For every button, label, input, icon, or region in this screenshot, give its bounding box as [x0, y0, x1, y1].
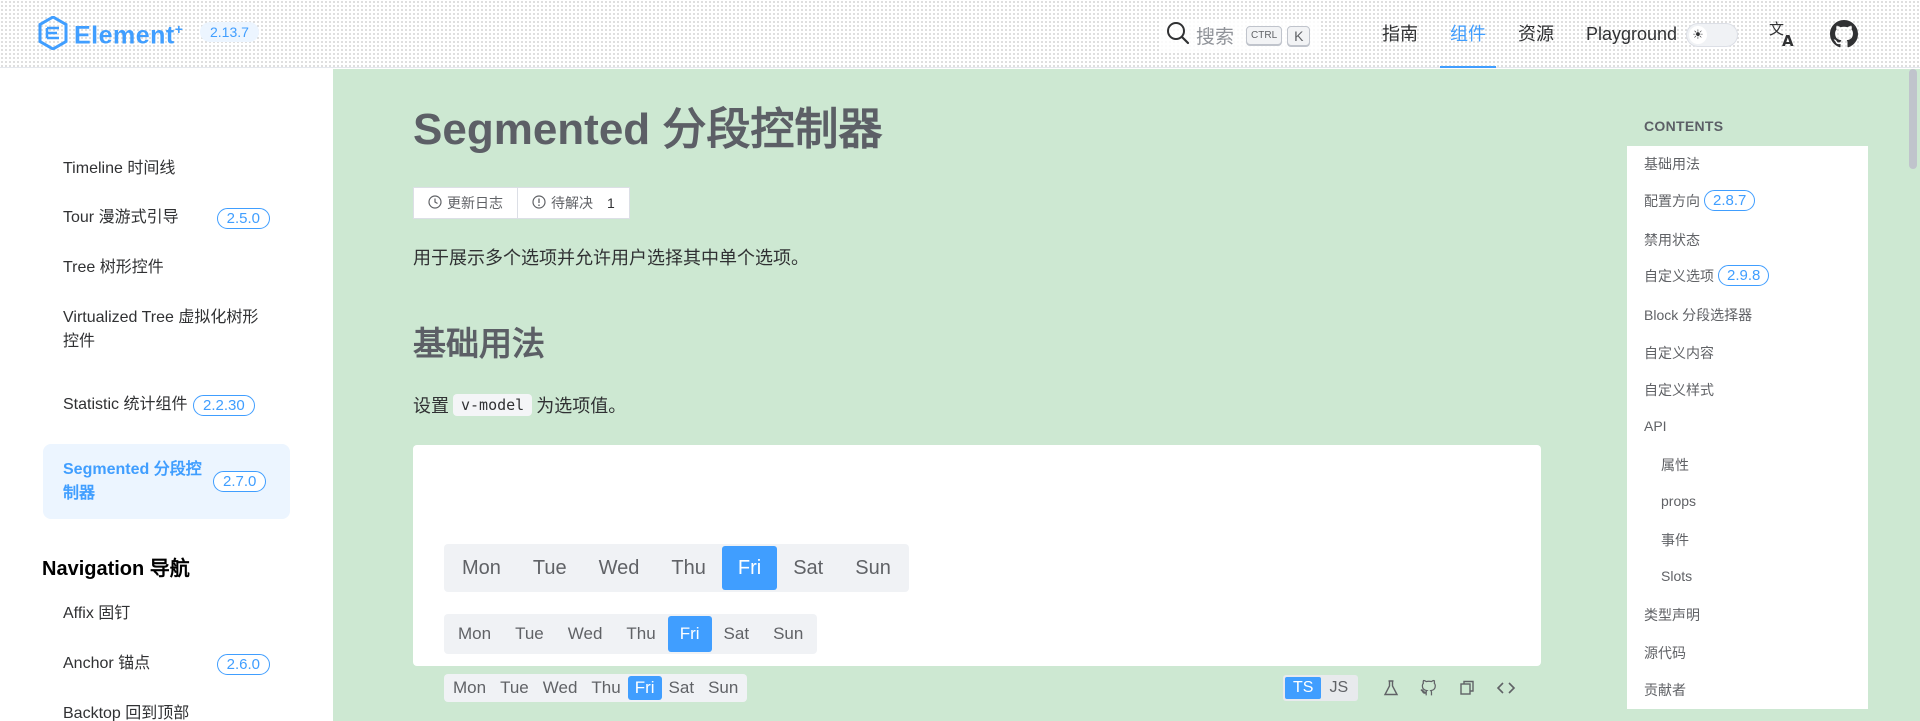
page-scrollbar[interactable]: [1909, 69, 1917, 169]
toc-item[interactable]: 配置方向 2.8.7: [1644, 190, 1756, 211]
table-of-contents: 基础用法 配置方向 2.8.7 禁用状态 自定义选项 2.9.8 Block 分段选…: [1627, 146, 1868, 709]
segment-option[interactable]: Mon: [446, 616, 503, 652]
toc-item[interactable]: 属性: [1661, 455, 1689, 475]
segmented-default: Mon Tue Wed Thu Fri Sat Sun: [444, 614, 818, 654]
segmented-large: Mon Tue Wed Thu Fri Sat Sun: [444, 544, 909, 592]
segment-option[interactable]: Thu: [584, 676, 627, 700]
toc-item[interactable]: 自定义选项 2.9.8: [1644, 265, 1770, 286]
sidebar-item-segmented[interactable]: Segmented 分段控制器 2.7.0: [43, 444, 290, 519]
info-icon: [532, 194, 551, 212]
sidebar-group-navigation: Navigation 导航: [42, 558, 190, 580]
sidebar-item-statistic[interactable]: Statistic 统计组件 2.2.30: [43, 381, 290, 429]
version-tag: 2.6.0: [216, 653, 270, 675]
segment-option[interactable]: Sun: [701, 676, 745, 700]
nav-resource[interactable]: 资源: [1502, 0, 1570, 68]
sidebar-item-backtop[interactable]: Backtop 回到顶部: [43, 698, 290, 721]
search-icon: [1166, 21, 1190, 50]
sidebar-item-timeline[interactable]: Timeline 时间线: [43, 153, 290, 185]
segment-option[interactable]: Sun: [839, 546, 907, 590]
segment-option[interactable]: Thu: [655, 546, 721, 590]
toc-item[interactable]: Slots: [1661, 568, 1692, 584]
kbd-k: K: [1287, 25, 1311, 46]
segmented-small: Mon Tue Wed Thu Fri Sat Sun: [444, 674, 748, 702]
segment-option[interactable]: Mon: [446, 546, 517, 590]
segment-option[interactable]: Tue: [503, 616, 556, 652]
pending-issues-button[interactable]: 待解决 1: [517, 188, 629, 218]
theme-toggle[interactable]: ☀: [1686, 23, 1738, 47]
sidebar-item-affix[interactable]: Affix 固钉: [43, 598, 290, 630]
top-header: Element+ 2.13.7 搜索 CTRL K 指南 组件 资源 Playg…: [0, 0, 1920, 68]
demo-toolbar: TS JS: [1283, 675, 1526, 701]
nav-guide[interactable]: 指南: [1366, 0, 1434, 68]
logo[interactable]: Element+: [38, 15, 184, 55]
lang-switch: TS JS: [1283, 675, 1359, 701]
search-label: 搜索: [1196, 27, 1235, 48]
toc-item[interactable]: 源代码: [1644, 643, 1686, 663]
translate-icon[interactable]: 文A: [1768, 18, 1798, 53]
segment-option[interactable]: Wed: [583, 546, 656, 590]
github-icon[interactable]: [1830, 20, 1858, 53]
version-tag: 2.9.8: [1718, 265, 1770, 286]
toc-item[interactable]: 自定义样式: [1644, 380, 1714, 400]
toc-item[interactable]: API: [1644, 418, 1667, 434]
version-tag: 2.5.0: [216, 207, 270, 229]
toc-item[interactable]: 禁用状态: [1644, 230, 1700, 250]
segment-option-selected[interactable]: Fri: [721, 546, 778, 590]
segment-option[interactable]: Thu: [614, 616, 667, 652]
section-title: 基础用法: [413, 325, 545, 362]
toc-item[interactable]: props: [1661, 493, 1696, 509]
version-badge[interactable]: 2.13.7: [200, 22, 259, 42]
inline-code: v-model: [453, 394, 533, 416]
search-button[interactable]: 搜索 CTRL K: [1160, 19, 1322, 52]
segment-option[interactable]: Sat: [712, 616, 762, 652]
segment-option[interactable]: Sat: [662, 676, 702, 700]
logo-text: Element+: [74, 20, 184, 50]
nav-playground[interactable]: Playground: [1570, 0, 1693, 68]
svg-text:A: A: [1782, 32, 1794, 48]
version-tag: 2.2.30: [193, 394, 255, 416]
meta-row: 更新日志 待解决 1: [413, 187, 630, 219]
demo-card: Mon Tue Wed Thu Fri Sat Sun Mon Tue Wed …: [413, 445, 1541, 702]
section-description: 设置 v-model 为选项值。: [413, 394, 627, 416]
main-nav: 指南 组件 资源 Playground: [1366, 0, 1693, 68]
lang-ts-button[interactable]: TS: [1285, 677, 1322, 699]
flask-icon[interactable]: [1382, 679, 1400, 697]
changelog-button[interactable]: 更新日志: [414, 188, 517, 218]
toc-item[interactable]: 贡献者: [1644, 680, 1686, 700]
segment-option[interactable]: Sun: [761, 616, 815, 652]
segment-option-selected[interactable]: Fri: [667, 616, 712, 652]
toc-item[interactable]: 自定义内容: [1644, 343, 1714, 363]
element-logo-icon: [38, 15, 68, 55]
version-tag: 2.8.7: [1704, 190, 1756, 211]
nav-component[interactable]: 组件: [1434, 0, 1502, 68]
sidebar: Timeline 时间线 Tour 漫游式引导 2.5.0 Tree 树形控件 …: [0, 69, 333, 721]
github-icon[interactable]: [1420, 679, 1438, 697]
page-title: Segmented 分段控制器: [413, 105, 883, 154]
toc-heading: CONTENTS: [1644, 118, 1724, 134]
sidebar-item-virtualized-tree[interactable]: Virtualized Tree 虚拟化树形控件: [43, 306, 290, 354]
toc-item[interactable]: 事件: [1661, 530, 1689, 550]
toc-item[interactable]: 基础用法: [1644, 154, 1700, 174]
segment-option-selected[interactable]: Fri: [627, 676, 662, 700]
sidebar-item-tree[interactable]: Tree 树形控件: [43, 252, 290, 284]
code-icon[interactable]: [1496, 679, 1516, 697]
sidebar-item-anchor[interactable]: Anchor 锚点 2.6.0: [43, 648, 290, 680]
page-description: 用于展示多个选项并允许用户选择其中单个选项。: [413, 248, 809, 268]
clock-icon: [428, 194, 447, 212]
sidebar-item-tour[interactable]: Tour 漫游式引导 2.5.0: [43, 202, 290, 234]
pending-count: 1: [607, 195, 615, 211]
version-tag: 2.7.0: [213, 471, 267, 492]
kbd-ctrl: CTRL: [1246, 26, 1283, 45]
sun-icon: ☀: [1689, 26, 1707, 44]
toc-item[interactable]: Block 分段选择器: [1644, 305, 1752, 325]
segment-option[interactable]: Mon: [446, 676, 493, 700]
segment-option[interactable]: Wed: [556, 616, 615, 652]
segment-option[interactable]: Sat: [777, 546, 839, 590]
segment-option[interactable]: Wed: [536, 676, 585, 700]
lang-js-button[interactable]: JS: [1321, 677, 1356, 699]
segment-option[interactable]: Tue: [517, 546, 583, 590]
copy-icon[interactable]: [1458, 679, 1476, 697]
segment-option[interactable]: Tue: [493, 676, 536, 700]
toc-item[interactable]: 类型声明: [1644, 605, 1700, 625]
